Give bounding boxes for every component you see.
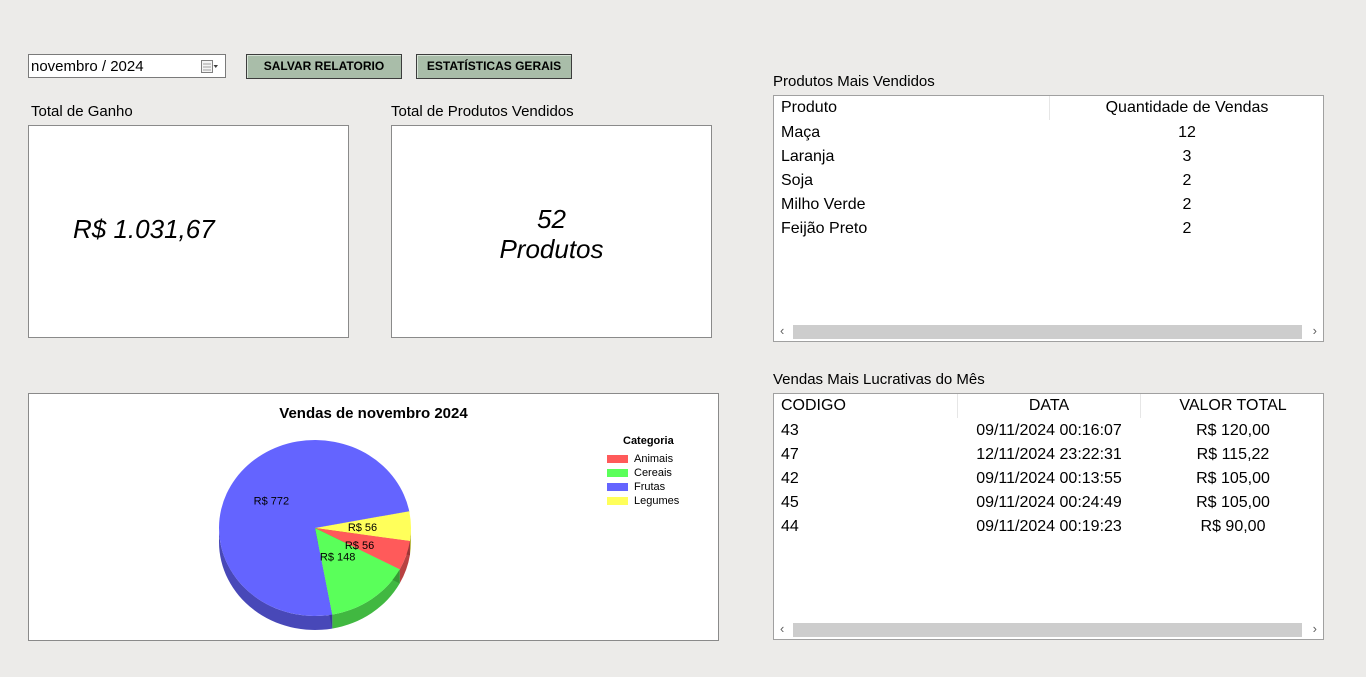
cell-produto: Soja <box>781 172 814 189</box>
column-header-produto[interactable]: Produto <box>781 96 1050 120</box>
total-products-unit: Produtos <box>499 234 604 264</box>
scrollbar-thumb[interactable] <box>793 325 1302 339</box>
cell-valor: R$ 105,00 <box>1196 470 1270 487</box>
month-picker[interactable]: novembro / 2024 <box>28 54 226 78</box>
cell-codigo: 44 <box>781 518 799 535</box>
pie-label-cereais: R$ 148 <box>320 551 355 563</box>
total-products-card: 52 Produtos <box>391 125 712 338</box>
total-earnings-label: Total de Ganho <box>31 103 133 120</box>
column-header-data[interactable]: DATA <box>958 394 1141 418</box>
horizontal-scrollbar[interactable]: ‹ › <box>775 621 1322 637</box>
table-row[interactable]: 47 12/11/2024 23:22:31 R$ 115,22 <box>774 443 1323 467</box>
cell-produto: Maça <box>781 124 821 141</box>
table-row[interactable]: Feijão Preto 2 <box>774 217 1323 241</box>
cell-quantidade: 2 <box>1182 196 1192 213</box>
total-products-label: Total de Produtos Vendidos <box>391 103 574 120</box>
cell-data: 09/11/2024 00:24:49 <box>976 494 1122 511</box>
total-products-count: 52 <box>537 204 566 234</box>
legend-label: Frutas <box>634 481 666 493</box>
scroll-left-icon[interactable]: ‹ <box>780 323 784 338</box>
cell-quantidade: 3 <box>1182 148 1192 165</box>
calendar-icon[interactable] <box>201 60 219 73</box>
sales-chart-panel: Vendas de novembro 2024 R$ 56 R$ 56 R$ 148… <box>28 393 719 641</box>
column-header-quantidade[interactable]: Quantidade de Vendas <box>1050 96 1324 120</box>
cell-valor: R$ 115,22 <box>1196 446 1270 463</box>
cell-produto: Feijão Preto <box>781 220 868 237</box>
horizontal-scrollbar[interactable]: ‹ › <box>775 323 1322 339</box>
cell-quantidade: 2 <box>1182 220 1192 237</box>
cell-valor: R$ 105,00 <box>1196 494 1270 511</box>
cell-codigo: 42 <box>781 470 799 487</box>
top-sales-grid[interactable]: CODIGO DATA VALOR TOTAL 43 09/11/2024 00… <box>773 393 1324 640</box>
table-row[interactable]: Laranja 3 <box>774 145 1323 169</box>
top-products-title: Produtos Mais Vendidos <box>773 73 935 90</box>
pie-chart: R$ 56R$ 56R$ 148R$ 772 <box>219 440 411 630</box>
top-products-grid[interactable]: Produto Quantidade de Vendas Maça 12 Lar… <box>773 95 1324 342</box>
scroll-left-icon[interactable]: ‹ <box>780 621 784 636</box>
cell-codigo: 45 <box>781 494 799 511</box>
month-picker-value: novembro / 2024 <box>31 58 144 75</box>
legend-label: Legumes <box>634 495 680 507</box>
table-row[interactable]: 43 09/11/2024 00:16:07 R$ 120,00 <box>774 419 1323 443</box>
cell-codigo: 47 <box>781 446 799 463</box>
table-row[interactable]: Milho Verde 2 <box>774 193 1323 217</box>
table-row[interactable]: Soja 2 <box>774 169 1323 193</box>
scrollbar-thumb[interactable] <box>793 623 1302 637</box>
legend-swatch <box>607 497 628 505</box>
legend-label: Cereais <box>634 467 672 479</box>
cell-data: 12/11/2024 23:22:31 <box>976 446 1122 463</box>
top-sales-title: Vendas Mais Lucrativas do Mês <box>773 371 985 388</box>
legend-swatch <box>607 469 628 477</box>
cell-produto: Milho Verde <box>781 196 866 213</box>
legend-label: Animais <box>634 453 674 465</box>
cell-quantidade: 12 <box>1178 124 1196 141</box>
table-row[interactable]: 42 09/11/2024 00:13:55 R$ 105,00 <box>774 467 1323 491</box>
pie-label-legumes: R$ 56 <box>348 522 377 534</box>
scroll-right-icon[interactable]: › <box>1313 323 1317 338</box>
cell-valor: R$ 120,00 <box>1196 422 1270 439</box>
total-earnings-value: R$ 1.031,67 <box>73 214 215 244</box>
cell-data: 09/11/2024 00:16:07 <box>976 422 1122 439</box>
table-row[interactable]: 45 09/11/2024 00:24:49 R$ 105,00 <box>774 491 1323 515</box>
scroll-right-icon[interactable]: › <box>1313 621 1317 636</box>
save-report-button[interactable]: SALVAR RELATORIO <box>246 54 402 79</box>
cell-data: 09/11/2024 00:13:55 <box>976 470 1122 487</box>
legend-swatch <box>607 483 628 491</box>
total-earnings-card: R$ 1.031,67 <box>28 125 349 338</box>
legend-swatch <box>607 455 628 463</box>
column-header-codigo[interactable]: CODIGO <box>781 394 958 418</box>
cell-quantidade: 2 <box>1182 172 1192 189</box>
table-row[interactable]: Maça 12 <box>774 121 1323 145</box>
cell-produto: Laranja <box>781 148 835 165</box>
cell-codigo: 43 <box>781 422 799 439</box>
cell-data: 09/11/2024 00:19:23 <box>976 518 1122 535</box>
pie-label-animais: R$ 56 <box>345 540 374 552</box>
general-stats-button[interactable]: ESTATÍSTICAS GERAIS <box>416 54 572 79</box>
legend-title: Categoria <box>623 435 674 447</box>
column-header-valor-total[interactable]: VALOR TOTAL <box>1141 394 1325 418</box>
cell-valor: R$ 90,00 <box>1200 518 1266 535</box>
table-row[interactable]: 44 09/11/2024 00:19:23 R$ 90,00 <box>774 515 1323 539</box>
pie-label-frutas: R$ 772 <box>254 496 289 508</box>
